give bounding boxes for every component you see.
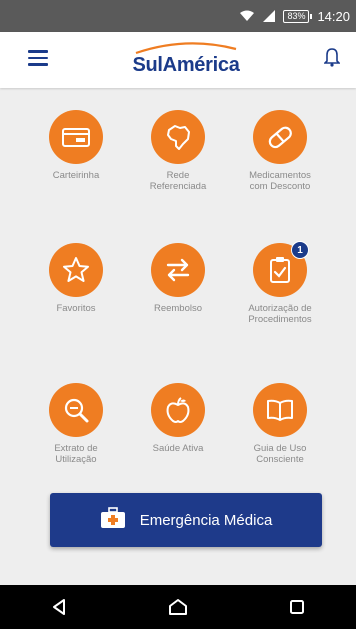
tile-label: Autorização de Procedimentos — [248, 303, 312, 325]
tile-label: Reembolso — [153, 303, 203, 314]
tile-label: Rede Referenciada — [149, 170, 207, 192]
tile-label: Medicamentos com Desconto — [249, 170, 311, 192]
emergency-label: Emergência Médica — [139, 511, 273, 529]
tile-label: Carteirinha — [52, 170, 100, 181]
tile-label: Favoritos — [56, 303, 96, 314]
brazil-map-icon — [151, 110, 205, 164]
recents-icon[interactable] — [277, 587, 317, 627]
swap-arrows-icon — [151, 243, 205, 297]
tile-autorizacao[interactable]: 1 Autorização de Procedimentos — [226, 241, 334, 325]
pill-icon — [253, 110, 307, 164]
sulamerica-logo: SulAmérica — [130, 40, 242, 80]
notification-badge: 1 — [291, 241, 309, 259]
status-bar: 83% 14:20 — [0, 0, 356, 32]
tile-extrato[interactable]: Extrato de Utilização — [22, 383, 130, 465]
back-icon[interactable] — [39, 587, 79, 627]
clipboard-check-icon: 1 — [253, 241, 309, 297]
magnifier-icon — [49, 383, 103, 437]
star-icon — [49, 243, 103, 297]
app-bar: SulAmérica — [0, 32, 356, 88]
tile-carteirinha[interactable]: Carteirinha — [22, 110, 130, 181]
tile-label: Guia de Uso Consciente — [253, 443, 307, 465]
nav-bar — [0, 585, 356, 629]
apple-icon — [151, 383, 205, 437]
tile-rede-referenciada[interactable]: Rede Referenciada — [124, 110, 232, 192]
hamburger-menu-icon[interactable] — [28, 50, 48, 68]
battery-icon: 83% — [283, 9, 313, 23]
tile-favoritos[interactable]: Favoritos — [22, 243, 130, 314]
signal-icon — [263, 10, 276, 22]
tile-label: Saúde Ativa — [152, 443, 204, 454]
tile-label: Extrato de Utilização — [54, 443, 98, 465]
wifi-icon — [239, 10, 255, 22]
emergency-button[interactable]: Emergência Médica — [50, 493, 322, 547]
tile-reembolso[interactable]: Reembolso — [124, 243, 232, 314]
bell-icon[interactable] — [323, 47, 341, 72]
book-icon — [253, 383, 307, 437]
tile-saude-ativa[interactable]: Saúde Ativa — [124, 383, 232, 454]
tile-medicamentos[interactable]: Medicamentos com Desconto — [226, 110, 334, 192]
logo-text: SulAmérica — [132, 54, 240, 76]
first-aid-kit-icon — [100, 507, 126, 533]
clock: 14:20 — [317, 8, 350, 24]
card-icon — [49, 110, 103, 164]
home-icon[interactable] — [158, 587, 198, 627]
tile-guia-uso[interactable]: Guia de Uso Consciente — [226, 383, 334, 465]
